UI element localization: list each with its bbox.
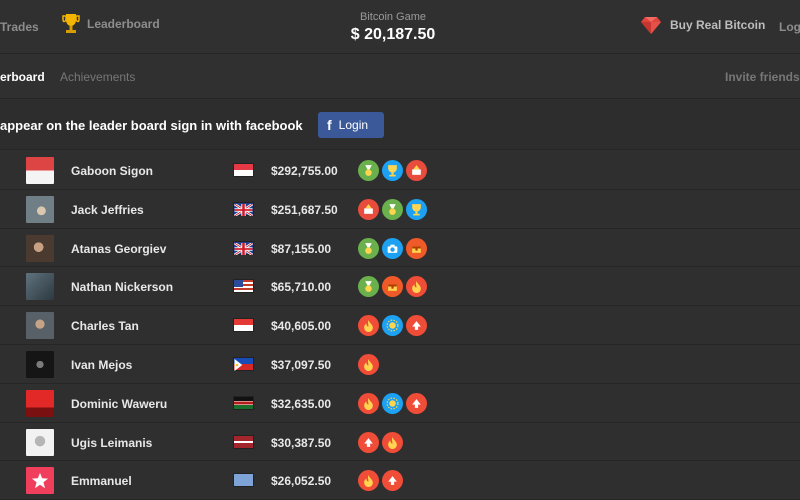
avatar-icon xyxy=(26,234,54,262)
player-name: Nathan Nickerson xyxy=(71,280,174,295)
logout-link[interactable]: Log xyxy=(779,20,800,34)
player-name: Ugis Leimanis xyxy=(71,435,153,450)
avatar-icon xyxy=(26,157,54,184)
fire-badge-icon xyxy=(358,470,379,492)
player-balance: $292,755.00 xyxy=(271,164,338,178)
united-kingdom-flag-icon xyxy=(233,201,254,217)
top-bar: Trades Leaderboard Bitcoin Game $ 20,187… xyxy=(0,0,800,54)
leaderboard-row: Charles Tan $40,605.00 xyxy=(0,306,800,345)
leaderboard-table: Gaboon Sigon $292,755.00 Jack Jeffries $… xyxy=(0,151,800,500)
achievement-badges xyxy=(358,353,379,375)
kenya-flag-icon xyxy=(233,395,254,410)
achievement-badges xyxy=(358,315,427,337)
leaderboard-row: Jack Jeffries $251,687.50 xyxy=(0,189,800,229)
achievement-badges xyxy=(358,470,403,492)
achievement-badges xyxy=(358,237,427,259)
upvote-badge-icon xyxy=(382,470,403,492)
philippines-flag-icon xyxy=(233,356,254,371)
ruby-gem-icon xyxy=(641,17,661,34)
leaderboard-row: Gaboon Sigon $292,755.00 xyxy=(0,151,800,190)
united-kingdom-flag-icon xyxy=(233,240,254,256)
player-balance: $32,635.00 xyxy=(271,396,332,411)
player-name: Gaboon Sigon xyxy=(71,164,153,178)
avatar-icon xyxy=(26,389,54,417)
achievement-badges xyxy=(358,198,427,220)
player-balance: $40,605.00 xyxy=(271,319,332,334)
fire-badge-icon xyxy=(358,353,379,375)
treasure-badge-icon xyxy=(406,237,427,259)
camera-badge-icon xyxy=(382,237,403,259)
medal-badge-icon xyxy=(358,276,379,298)
avatar-icon xyxy=(26,467,54,495)
fire-badge-icon xyxy=(358,392,379,414)
medal-badge-icon xyxy=(358,160,379,181)
player-name: Emmanuel xyxy=(71,474,132,489)
avatar-icon xyxy=(26,273,54,301)
rocket-badge-icon xyxy=(406,160,427,181)
sun-badge-icon xyxy=(382,315,403,337)
player-name: Charles Tan xyxy=(71,319,139,334)
avatar-icon xyxy=(26,350,54,378)
leaderboard-row: Emmanuel $26,052.50 xyxy=(0,461,800,500)
trophy-badge-icon xyxy=(406,198,427,220)
facebook-login-button[interactable]: f Login xyxy=(318,112,384,138)
achievement-badges xyxy=(358,431,403,453)
facebook-icon: f xyxy=(327,117,332,133)
leaderboard-row: Atanas Georgiev $87,155.00 xyxy=(0,228,800,268)
player-name: Dominic Waweru xyxy=(71,396,168,411)
fire-badge-icon xyxy=(358,315,379,337)
tab-leaderboard[interactable]: erboard xyxy=(0,70,45,84)
achievement-badges xyxy=(358,392,427,414)
player-name: Atanas Georgiev xyxy=(71,241,167,256)
fire-badge-icon xyxy=(406,276,427,298)
leaderboard-row: Ivan Mejos $37,097.50 xyxy=(0,344,800,384)
player-name: Ivan Mejos xyxy=(71,357,133,372)
player-balance: $26,052.50 xyxy=(271,474,332,489)
medal-badge-icon xyxy=(358,237,379,259)
leaderboard-row: Ugis Leimanis $30,387.50 xyxy=(0,422,800,462)
trophy-badge-icon xyxy=(382,160,403,181)
tab-achievements[interactable]: Achievements xyxy=(60,70,135,84)
leaderboard-row: Dominic Waweru $32,635.00 xyxy=(0,383,800,423)
upvote-badge-icon xyxy=(406,315,427,337)
facebook-signin-prompt: appear on the leader board sign in with … xyxy=(0,118,303,133)
player-balance: $87,155.00 xyxy=(271,241,332,256)
medal-badge-icon xyxy=(382,198,403,220)
unknown-flag-icon xyxy=(233,473,254,488)
avatar-icon xyxy=(26,195,54,223)
facebook-login-label: Login xyxy=(338,118,369,132)
avatar-icon xyxy=(26,428,54,456)
singapore-flag-icon xyxy=(233,318,254,333)
indonesia-flag-icon xyxy=(233,163,254,177)
treasure-badge-icon xyxy=(382,276,403,298)
latvia-flag-icon xyxy=(233,434,254,449)
invite-friends-link[interactable]: Invite friends xyxy=(725,70,800,84)
buy-real-bitcoin-button[interactable]: Buy Real Bitcoin xyxy=(640,14,765,36)
fire-badge-icon xyxy=(382,431,403,453)
player-balance: $65,710.00 xyxy=(271,280,332,295)
player-balance: $251,687.50 xyxy=(271,202,338,217)
achievement-badges xyxy=(358,160,427,181)
player-balance: $30,387.50 xyxy=(271,435,332,450)
upvote-badge-icon xyxy=(358,431,379,453)
player-balance: $37,097.50 xyxy=(271,357,332,372)
united-states-flag-icon xyxy=(233,279,254,294)
player-name: Jack Jeffries xyxy=(71,202,144,217)
buy-real-bitcoin-label: Buy Real Bitcoin xyxy=(670,18,766,32)
rocket-badge-icon xyxy=(358,198,379,220)
avatar-icon xyxy=(26,312,54,340)
leaderboard-row: Nathan Nickerson $65,710.00 xyxy=(0,267,800,307)
leaderboard-tabs: erboard Achievements Invite friends xyxy=(0,55,800,99)
sun-badge-icon xyxy=(382,392,403,414)
facebook-signin-row: appear on the leader board sign in with … xyxy=(0,100,800,150)
upvote-badge-icon xyxy=(406,392,427,414)
achievement-badges xyxy=(358,276,427,298)
